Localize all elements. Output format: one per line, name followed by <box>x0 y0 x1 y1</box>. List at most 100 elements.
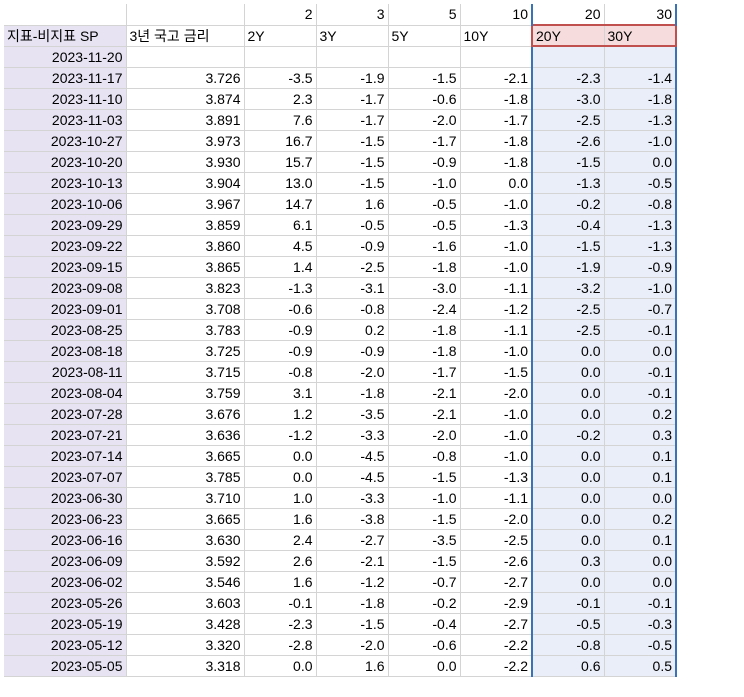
value-cell[interactable]: 3.904 <box>126 172 245 194</box>
value-cell[interactable]: -1.1 <box>460 487 533 509</box>
value-cell[interactable]: -1.3 <box>604 235 677 257</box>
value-cell[interactable] <box>531 46 605 68</box>
value-cell[interactable]: -2.5 <box>316 256 389 278</box>
value-cell[interactable]: -0.7 <box>388 571 461 593</box>
value-cell[interactable]: 0.0 <box>388 655 461 677</box>
value-cell[interactable]: -2.0 <box>388 424 461 446</box>
value-cell[interactable]: 2.3 <box>244 88 317 110</box>
date-cell[interactable]: 2023-09-15 <box>4 256 127 278</box>
value-cell[interactable]: -0.5 <box>531 613 605 635</box>
value-cell[interactable]: -1.7 <box>316 88 389 110</box>
column-number-cell[interactable]: 30 <box>604 4 677 26</box>
value-cell[interactable]: -0.5 <box>316 214 389 236</box>
date-cell[interactable]: 2023-05-19 <box>4 613 127 635</box>
value-cell[interactable]: -0.8 <box>604 193 677 215</box>
value-cell[interactable]: 0.1 <box>604 466 677 488</box>
value-cell[interactable]: -0.2 <box>531 424 605 446</box>
value-cell[interactable]: 3.665 <box>126 508 245 530</box>
value-cell[interactable]: -1.9 <box>316 67 389 89</box>
value-cell[interactable]: 3.865 <box>126 256 245 278</box>
value-cell[interactable]: 4.5 <box>244 235 317 257</box>
value-cell[interactable]: -0.1 <box>531 592 605 614</box>
value-cell[interactable]: 0.0 <box>531 571 605 593</box>
value-cell[interactable]: 3.725 <box>126 340 245 362</box>
value-cell[interactable]: 14.7 <box>244 193 317 215</box>
value-cell[interactable]: -1.3 <box>460 214 533 236</box>
date-cell[interactable]: 2023-06-02 <box>4 571 127 593</box>
date-cell[interactable]: 2023-06-09 <box>4 550 127 572</box>
value-cell[interactable]: 0.3 <box>604 424 677 446</box>
value-cell[interactable]: -0.4 <box>531 214 605 236</box>
value-cell[interactable]: -2.0 <box>316 361 389 383</box>
value-cell[interactable]: -2.1 <box>460 67 533 89</box>
value-cell[interactable]: 3.973 <box>126 130 245 152</box>
value-cell[interactable]: -3.8 <box>316 508 389 530</box>
value-cell[interactable]: 3.823 <box>126 277 245 299</box>
value-cell[interactable]: -0.8 <box>388 445 461 467</box>
value-cell[interactable]: 0.1 <box>604 445 677 467</box>
value-cell[interactable]: 1.6 <box>316 655 389 677</box>
value-cell[interactable]: 0.0 <box>460 172 533 194</box>
value-cell[interactable]: 3.708 <box>126 298 245 320</box>
value-cell[interactable]: -0.6 <box>388 88 461 110</box>
value-cell[interactable]: -1.1 <box>460 319 533 341</box>
value-cell[interactable]: -2.4 <box>388 298 461 320</box>
value-cell[interactable]: 1.0 <box>244 487 317 509</box>
value-cell[interactable] <box>604 46 677 68</box>
value-cell[interactable]: -3.5 <box>244 67 317 89</box>
header-cell[interactable]: 2Y <box>244 25 317 47</box>
column-number-cell[interactable]: 10 <box>460 4 533 26</box>
date-cell[interactable]: 2023-11-20 <box>4 46 127 68</box>
value-cell[interactable]: -2.3 <box>531 67 605 89</box>
value-cell[interactable]: -1.8 <box>388 256 461 278</box>
value-cell[interactable]: 2.4 <box>244 529 317 551</box>
value-cell[interactable]: 0.0 <box>531 403 605 425</box>
value-cell[interactable]: -1.5 <box>460 361 533 383</box>
value-cell[interactable]: -1.0 <box>460 403 533 425</box>
date-cell[interactable]: 2023-09-22 <box>4 235 127 257</box>
value-cell[interactable]: -1.2 <box>244 424 317 446</box>
value-cell[interactable]: -1.5 <box>316 130 389 152</box>
column-number-cell[interactable] <box>4 4 127 26</box>
date-cell[interactable]: 2023-09-08 <box>4 277 127 299</box>
value-cell[interactable]: -0.5 <box>604 634 677 656</box>
value-cell[interactable]: -1.5 <box>388 508 461 530</box>
header-cell[interactable]: 5Y <box>388 25 461 47</box>
column-number-cell[interactable]: 3 <box>316 4 389 26</box>
value-cell[interactable]: 16.7 <box>244 130 317 152</box>
date-cell[interactable]: 2023-07-28 <box>4 403 127 425</box>
value-cell[interactable]: 0.0 <box>604 340 677 362</box>
value-cell[interactable]: -0.9 <box>316 235 389 257</box>
value-cell[interactable]: -0.1 <box>604 319 677 341</box>
value-cell[interactable]: -2.1 <box>388 382 461 404</box>
value-cell[interactable]: -2.1 <box>316 550 389 572</box>
value-cell[interactable]: -3.5 <box>316 403 389 425</box>
value-cell[interactable]: -0.5 <box>388 214 461 236</box>
value-cell[interactable]: 0.0 <box>604 151 677 173</box>
value-cell[interactable]: 1.6 <box>244 508 317 530</box>
value-cell[interactable]: 0.0 <box>244 445 317 467</box>
header-cell[interactable]: 3년 국고 금리 <box>126 25 245 47</box>
value-cell[interactable]: -2.8 <box>244 634 317 656</box>
value-cell[interactable]: -0.6 <box>388 634 461 656</box>
value-cell[interactable]: 0.2 <box>316 319 389 341</box>
date-cell[interactable]: 2023-11-10 <box>4 88 127 110</box>
value-cell[interactable]: 3.318 <box>126 655 245 677</box>
value-cell[interactable]: -1.2 <box>316 571 389 593</box>
value-cell[interactable] <box>126 46 245 68</box>
value-cell[interactable]: 0.5 <box>604 655 677 677</box>
value-cell[interactable]: -2.0 <box>388 109 461 131</box>
value-cell[interactable]: -2.1 <box>388 403 461 425</box>
value-cell[interactable]: -2.7 <box>460 571 533 593</box>
value-cell[interactable]: -0.9 <box>244 319 317 341</box>
date-cell[interactable]: 2023-11-03 <box>4 109 127 131</box>
value-cell[interactable]: -1.8 <box>388 319 461 341</box>
value-cell[interactable]: -0.3 <box>604 613 677 635</box>
value-cell[interactable]: -1.5 <box>316 172 389 194</box>
value-cell[interactable]: -1.0 <box>460 256 533 278</box>
value-cell[interactable]: -0.2 <box>388 592 461 614</box>
value-cell[interactable]: 3.859 <box>126 214 245 236</box>
value-cell[interactable]: -0.9 <box>244 340 317 362</box>
value-cell[interactable]: -2.7 <box>316 529 389 551</box>
value-cell[interactable]: -0.9 <box>316 340 389 362</box>
